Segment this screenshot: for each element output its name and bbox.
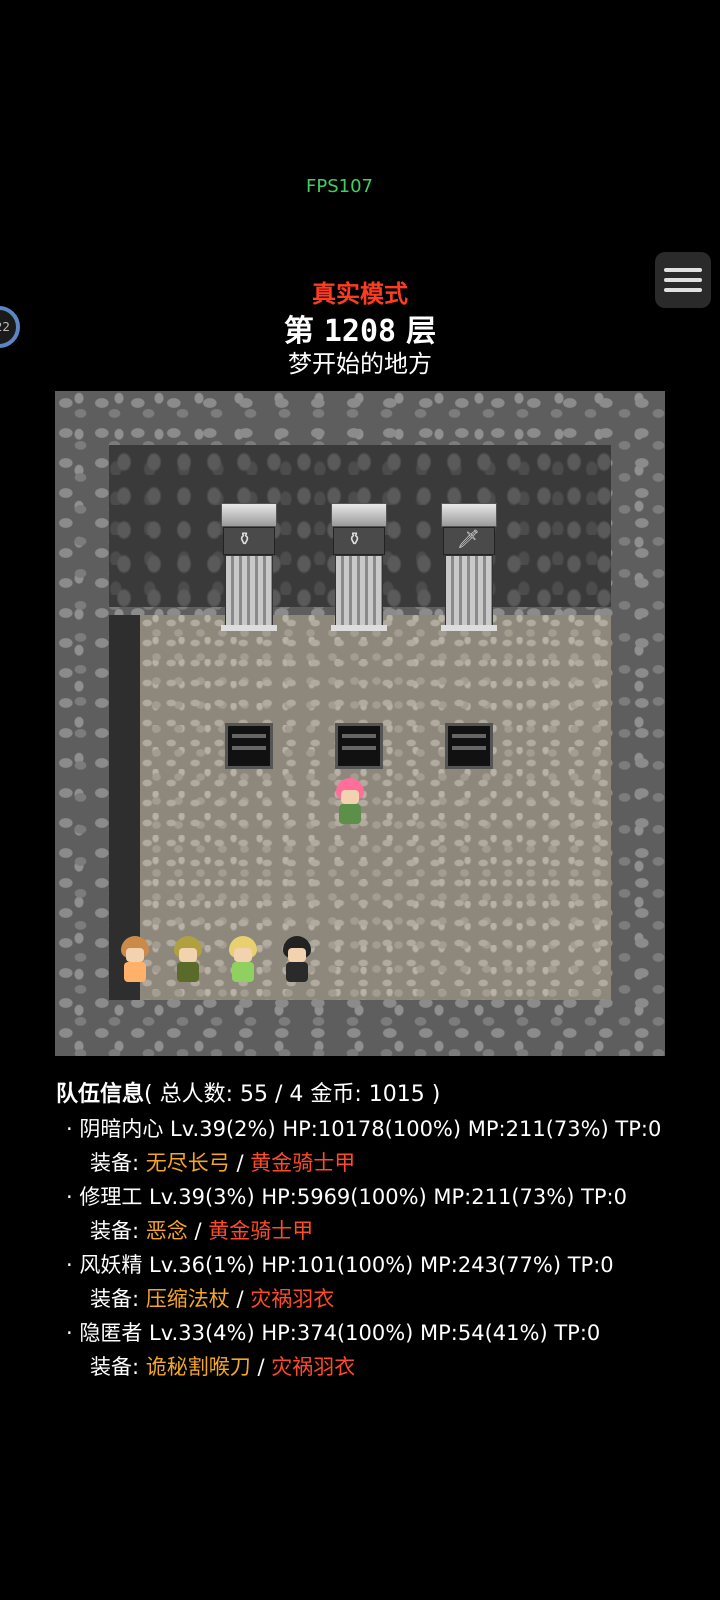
hamburger-icon [664,268,702,272]
armor: 黄金骑士甲 [208,1219,314,1243]
item-pedestal[interactable]: ⚱ [331,503,387,631]
armor: 黄金骑士甲 [250,1151,356,1175]
party-member: · 风妖精 Lv.36(1%) HP:101(100%) MP:243(77%)… [66,1253,614,1277]
party-member: · 阴暗内心 Lv.39(2%) HP:10178(100%) MP:211(7… [66,1117,662,1141]
dungeon-map[interactable]: ⚱ ⚱ 🗡 [55,391,665,1056]
party-member-sprite[interactable] [277,936,317,986]
party-header: 队伍信息( 总人数: 55 / 4 金币: 1015 ) [56,1078,661,1112]
item-pedestal[interactable]: 🗡 [441,503,497,631]
member-name: 阴暗内心 [79,1117,164,1141]
party-member-sprite[interactable] [223,936,263,986]
member-stats: Lv.39(2%) HP:10178(100%) MP:211(73%) TP:… [170,1117,662,1141]
stairs[interactable] [335,723,383,769]
party-title: 队伍信息 [56,1082,145,1107]
stairs[interactable] [445,723,493,769]
armor: 灾祸羽衣 [250,1287,335,1311]
potion-icon: ⚱ [347,529,363,550]
party-member-sprite[interactable] [115,936,155,986]
member-name: 修理工 [79,1185,143,1209]
sword-icon: 🗡 [457,529,480,550]
fps-counter: FPS107 [306,176,373,197]
member-stats: Lv.39(3%) HP:5969(100%) MP:211(73%) TP:0 [149,1185,627,1209]
weapon: 诡秘割喉刀 [145,1355,251,1379]
item-pedestal[interactable]: ⚱ [221,503,277,631]
party-member: · 修理工 Lv.39(3%) HP:5969(100%) MP:211(73%… [66,1185,627,1209]
member-name: 隐匿者 [79,1321,143,1345]
weapon: 压缩法杖 [145,1287,230,1311]
room-floor[interactable] [140,615,611,1000]
member-stats: Lv.33(4%) HP:374(100%) MP:54(41%) TP:0 [149,1321,601,1345]
member-name: 风妖精 [79,1253,143,1277]
weapon: 无尽长弓 [145,1151,230,1175]
party-summary: ( 总人数: 55 / 4 金币: 1015 ) [144,1082,441,1107]
member-equipment: 装备: 恶念 / 黄金骑士甲 [90,1219,314,1243]
party-info: 队伍信息( 总人数: 55 / 4 金币: 1015 ) · 阴暗内心 Lv.3… [56,1078,661,1384]
member-stats: Lv.36(1%) HP:101(100%) MP:243(77%) TP:0 [149,1253,614,1277]
party-member: · 隐匿者 Lv.33(4%) HP:374(100%) MP:54(41%) … [66,1321,601,1345]
party-member-sprite[interactable] [168,936,208,986]
member-equipment: 装备: 诡秘割喉刀 / 灾祸羽衣 [90,1355,356,1379]
floor-name: 梦开始的地方 [288,350,432,378]
stairs[interactable] [225,723,273,769]
potion-icon: ⚱ [237,529,253,550]
player-character[interactable] [330,778,370,828]
member-equipment: 装备: 压缩法杖 / 灾祸羽衣 [90,1287,335,1311]
armor: 灾祸羽衣 [271,1355,356,1379]
member-equipment: 装备: 无尽长弓 / 黄金骑士甲 [90,1151,356,1175]
weapon: 恶念 [145,1219,188,1243]
game-mode-label: 真实模式 [312,280,408,308]
